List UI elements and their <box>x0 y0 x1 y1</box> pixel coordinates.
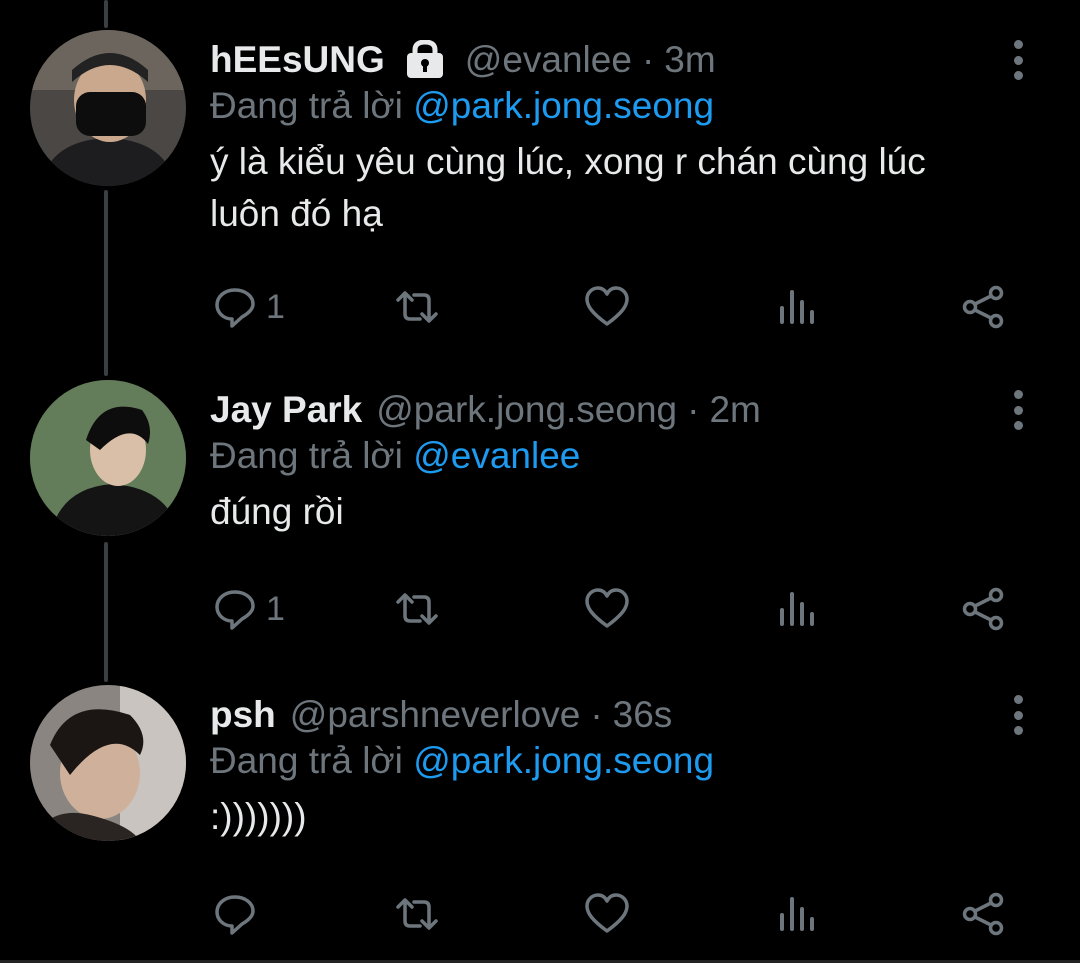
share-button[interactable] <box>960 584 1006 634</box>
reply-prefix: Đang trả lời <box>210 85 403 126</box>
tweet-text: ý là kiểu yêu cùng lúc, xong r chán cùng… <box>210 136 1020 240</box>
tweet[interactable]: hEEsUNG @evanlee · 3m Đang trả lời @park… <box>0 0 1080 350</box>
reply-mention[interactable]: @evanlee <box>413 435 580 476</box>
timestamp[interactable]: 2m <box>709 388 760 432</box>
views-icon <box>780 897 814 931</box>
separator: · <box>590 694 603 735</box>
more-options-icon[interactable] <box>1006 390 1030 430</box>
share-icon <box>962 285 1004 329</box>
share-icon <box>962 587 1004 631</box>
reply-button[interactable]: 1 <box>212 584 285 634</box>
tweet[interactable]: psh @parshneverlove · 36s Đang trả lời @… <box>0 655 1080 960</box>
share-icon <box>962 892 1004 936</box>
like-button[interactable] <box>584 889 630 939</box>
avatar[interactable] <box>30 30 186 186</box>
lock-icon <box>405 40 445 80</box>
like-icon <box>585 286 629 326</box>
reply-icon <box>215 288 255 328</box>
reply-prefix: Đang trả lời <box>210 740 403 781</box>
share-button[interactable] <box>960 282 1006 332</box>
handle[interactable]: @park.jong.seong <box>376 388 677 432</box>
avatar[interactable] <box>30 685 186 841</box>
timestamp[interactable]: 36s <box>613 693 673 737</box>
views-button[interactable] <box>774 584 820 634</box>
reply-button[interactable] <box>212 889 266 939</box>
reply-context: Đang trả lời @park.jong.seong <box>210 82 1020 130</box>
views-button[interactable] <box>774 889 820 939</box>
reply-context: Đang trả lời @evanlee <box>210 432 1020 480</box>
tweet-text-line: :))))))) <box>210 796 307 837</box>
retweet-button[interactable] <box>394 584 440 634</box>
retweet-icon <box>396 898 438 930</box>
retweet-icon <box>396 593 438 625</box>
reply-count: 1 <box>266 287 285 326</box>
views-button[interactable] <box>774 282 820 332</box>
avatar[interactable] <box>30 380 186 536</box>
retweet-icon <box>396 291 438 323</box>
tweet-text: :))))))) <box>210 791 1020 843</box>
tweet-text-line: ý là kiểu yêu cùng lúc, xong r chán cùng… <box>210 141 926 182</box>
tweet[interactable]: Jay Park @park.jong.seong · 2m Đang trả … <box>0 350 1080 655</box>
separator: · <box>687 389 700 430</box>
retweet-button[interactable] <box>394 889 440 939</box>
views-icon <box>780 290 814 324</box>
more-options-icon[interactable] <box>1006 40 1030 80</box>
reply-count: 1 <box>266 589 285 628</box>
tweet-text-line: đúng rồi <box>210 491 344 532</box>
share-button[interactable] <box>960 889 1006 939</box>
reply-icon <box>215 895 255 935</box>
like-icon <box>585 893 629 933</box>
separator: · <box>641 39 655 80</box>
reply-button[interactable]: 1 <box>212 282 285 332</box>
display-name[interactable]: hEEsUNG <box>210 38 385 82</box>
more-options-icon[interactable] <box>1006 695 1030 735</box>
retweet-button[interactable] <box>394 282 440 332</box>
like-button[interactable] <box>584 584 630 634</box>
display-name[interactable]: Jay Park <box>210 388 362 432</box>
handle[interactable]: @evanlee <box>465 38 632 82</box>
handle[interactable]: @parshneverlove <box>290 693 581 737</box>
views-icon <box>780 592 814 626</box>
like-icon <box>585 588 629 628</box>
tweet-text: đúng rồi <box>210 486 1020 538</box>
display-name[interactable]: psh <box>210 693 276 737</box>
reply-icon <box>215 590 255 630</box>
reply-mention[interactable]: @park.jong.seong <box>413 740 714 781</box>
reply-prefix: Đang trả lời <box>210 435 403 476</box>
timestamp[interactable]: 3m <box>664 38 715 82</box>
reply-context: Đang trả lời @park.jong.seong <box>210 737 1020 785</box>
reply-mention[interactable]: @park.jong.seong <box>413 85 714 126</box>
tweet-text-line: luôn đó hạ <box>210 193 383 234</box>
like-button[interactable] <box>584 282 630 332</box>
